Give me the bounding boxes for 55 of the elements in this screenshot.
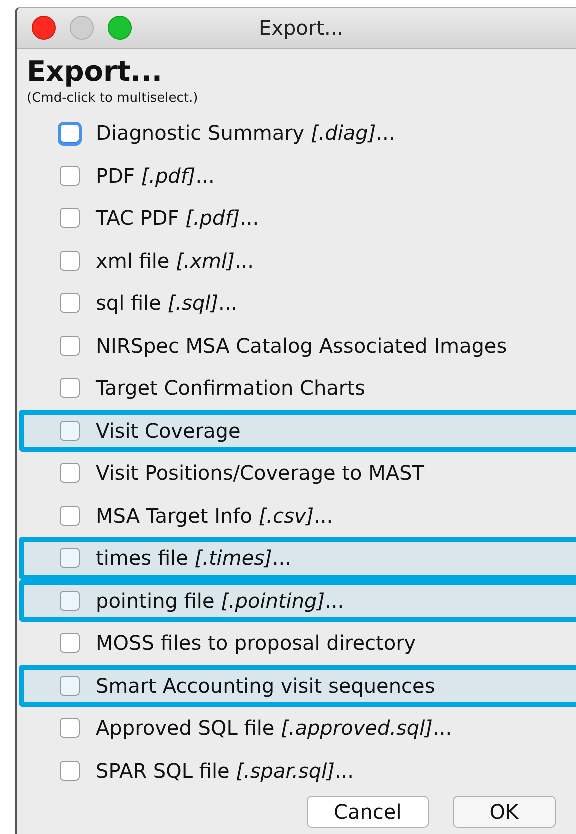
- option-label: MOSS files to proposal directory: [96, 631, 416, 656]
- option-row[interactable]: Diagnostic Summary [.diag]...: [19, 112, 576, 154]
- checkbox[interactable]: [60, 506, 80, 526]
- option-label: MSA Target Info [.csv]...: [96, 504, 334, 528]
- checkbox[interactable]: [60, 420, 80, 441]
- option-label: TAC PDF [.pdf]...: [96, 206, 260, 230]
- option-label: sql file [.sql]...: [96, 291, 238, 316]
- checkbox[interactable]: [60, 548, 80, 568]
- checkbox[interactable]: [60, 676, 80, 696]
- checkbox[interactable]: [60, 293, 80, 314]
- checkbox[interactable]: [60, 166, 80, 186]
- option-row[interactable]: MOSS files to proposal directory: [19, 622, 576, 664]
- option-row[interactable]: PDF [.pdf]...: [19, 154, 576, 197]
- option-row[interactable]: NIRSpec MSA Catalog Associated Images: [19, 324, 576, 367]
- window-title: Export...: [259, 16, 344, 40]
- option-label: pointing file [.pointing]...: [96, 588, 344, 613]
- option-label: PDF [.pdf]...: [96, 164, 215, 188]
- highlighted-row[interactable]: times file [.times]...: [19, 537, 576, 580]
- checkbox[interactable]: [60, 718, 80, 738]
- option-label: Diagnostic Summary [.diag]...: [96, 121, 396, 146]
- cancel-button[interactable]: Cancel: [307, 796, 429, 828]
- option-label: Target Confirmation Charts: [96, 376, 366, 400]
- option-label: NIRSpec MSA Catalog Associated Images: [96, 334, 508, 358]
- option-label: Visit Coverage: [96, 418, 241, 443]
- highlighted-row[interactable]: Visit Coverage: [19, 410, 576, 452]
- highlighted-row[interactable]: pointing file [.pointing]...: [19, 580, 576, 622]
- ok-button[interactable]: OK: [452, 796, 556, 828]
- checkbox[interactable]: [60, 336, 80, 356]
- option-row[interactable]: sql file [.sql]...: [19, 282, 576, 324]
- option-label: Approved SQL file [.approved.sql]...: [96, 716, 452, 740]
- option-label: SPAR SQL file [.spar.sql]...: [96, 758, 354, 783]
- hint-text: (Cmd-click to multiselect.): [27, 91, 200, 106]
- zoom-button[interactable]: [108, 16, 132, 40]
- option-row[interactable]: TAC PDF [.pdf]...: [19, 197, 576, 240]
- option-row[interactable]: Target Confirmation Charts: [19, 367, 576, 410]
- dialog-heading: Export...: [27, 55, 164, 89]
- checkbox[interactable]: [60, 590, 80, 611]
- minimize-button[interactable]: [70, 16, 94, 40]
- option-row[interactable]: MSA Target Info [.csv]...: [19, 494, 576, 537]
- option-label: Smart Accounting visit sequences: [96, 674, 436, 698]
- checkbox[interactable]: [60, 633, 80, 654]
- option-row[interactable]: SPAR SQL file [.spar.sql]...: [19, 750, 576, 792]
- checkbox[interactable]: [60, 760, 80, 781]
- option-label: times file [.times]...: [96, 546, 292, 570]
- option-row[interactable]: Approved SQL file [.approved.sql]...: [19, 707, 576, 750]
- option-label: xml file [.xml]...: [96, 248, 254, 273]
- checkbox[interactable]: [60, 378, 80, 398]
- checkbox[interactable]: [60, 250, 80, 271]
- option-row[interactable]: xml file [.xml]...: [19, 240, 576, 282]
- checkbox[interactable]: [60, 208, 80, 228]
- highlighted-row[interactable]: Smart Accounting visit sequences: [19, 664, 576, 707]
- option-row[interactable]: Visit Positions/Coverage to MAST: [19, 452, 576, 494]
- close-button[interactable]: [32, 16, 56, 40]
- checkbox[interactable]: [60, 463, 80, 484]
- option-label: Visit Positions/Coverage to MAST: [96, 461, 424, 486]
